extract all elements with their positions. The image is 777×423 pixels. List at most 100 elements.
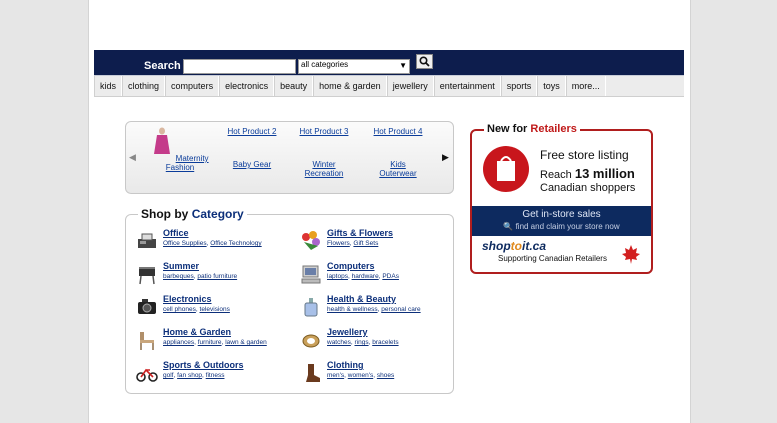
category-home-garden[interactable]: Home & Garden appliances, furniture, law… bbox=[136, 327, 296, 357]
category-name[interactable]: Clothing bbox=[327, 360, 364, 370]
tab-entertainment[interactable]: entertainment bbox=[433, 76, 501, 96]
maple-leaf-icon bbox=[622, 245, 640, 264]
section-title: Shop by Category bbox=[138, 207, 247, 221]
sub-link[interactable]: fitness bbox=[206, 372, 225, 379]
sub-link[interactable]: Office Technology bbox=[210, 240, 261, 247]
retailer-ad-banner[interactable]: New for Retailers Free store listing Rea… bbox=[470, 123, 653, 274]
computer-icon bbox=[301, 265, 321, 284]
tab-jewellery[interactable]: jewellery bbox=[386, 76, 434, 96]
sub-link[interactable]: Office Supplies bbox=[163, 240, 207, 247]
ad-cta-subtitle: 🔍 find and claim your store now bbox=[503, 222, 620, 231]
sub-link[interactable]: patio furniture bbox=[197, 273, 237, 280]
sub-link[interactable]: women's bbox=[348, 372, 373, 379]
category-subs: men's, women's, shoes bbox=[327, 372, 395, 379]
category-name[interactable]: Jewellery bbox=[327, 327, 368, 337]
carousel-item-label[interactable]: Kids Outerwear bbox=[368, 160, 428, 178]
sub-link[interactable]: PDAs bbox=[382, 273, 399, 280]
carousel-item-label[interactable]: Winter Recreation bbox=[294, 160, 354, 178]
carousel-item[interactable]: Hot Product 2 Baby Gear bbox=[222, 127, 282, 169]
sub-link[interactable]: cell phones bbox=[163, 306, 196, 313]
sub-link[interactable]: laptops bbox=[327, 273, 348, 280]
category-subs: appliances, furniture, lawn & garden bbox=[163, 339, 267, 346]
tab-clothing[interactable]: clothing bbox=[122, 76, 166, 96]
tab-home-garden[interactable]: home & garden bbox=[313, 76, 387, 96]
category-gifts-flowers[interactable]: Gifts & Flowers Flowers, Gift Sets bbox=[300, 228, 460, 258]
category-name[interactable]: Sports & Outdoors bbox=[163, 360, 244, 370]
category-sports-outdoors[interactable]: Sports & Outdoors golf, fan shop, fitnes… bbox=[136, 360, 296, 390]
category-select-value: all categories bbox=[301, 60, 349, 69]
category-electronics[interactable]: Electronics cell phones, televisions bbox=[136, 294, 296, 324]
sub-link[interactable]: bracelets bbox=[372, 339, 398, 346]
sub-link[interactable]: Gift Sets bbox=[353, 240, 378, 247]
broken-image-alt: Hot Product 2 bbox=[227, 127, 277, 136]
carousel-next-icon[interactable]: ▶ bbox=[442, 152, 449, 163]
sub-link[interactable]: men's bbox=[327, 372, 344, 379]
hot-products-carousel: ◀ ▶ Maternity Fashion Hot Product 2 Baby … bbox=[125, 121, 454, 194]
ad-cta-band[interactable]: Get in-store sales 🔍 find and claim your… bbox=[472, 206, 651, 236]
sub-link[interactable]: hardware bbox=[352, 273, 379, 280]
page-container: Search all categories ▼ kids clothing co… bbox=[88, 0, 691, 423]
sub-link[interactable]: health & wellness bbox=[327, 306, 378, 313]
search-icon bbox=[419, 56, 430, 67]
category-nav: kids clothing computers electronics beau… bbox=[94, 76, 684, 97]
sub-link[interactable]: appliances bbox=[163, 339, 194, 346]
category-summer[interactable]: Summer barbeques, patio furniture bbox=[136, 261, 296, 291]
tab-computers[interactable]: computers bbox=[165, 76, 220, 96]
category-name[interactable]: Home & Garden bbox=[163, 327, 231, 337]
category-subs: Office Supplies, Office Technology bbox=[163, 240, 262, 247]
category-subs: laptops, hardware, PDAs bbox=[327, 273, 399, 280]
sub-link[interactable]: personal care bbox=[381, 306, 420, 313]
carousel-item-label[interactable]: Maternity Fashion bbox=[166, 154, 209, 172]
category-name[interactable]: Electronics bbox=[163, 294, 212, 304]
ad-support-text: Supporting Canadian Retailers bbox=[498, 254, 607, 263]
carousel-item[interactable]: Hot Product 3 Winter Recreation bbox=[294, 127, 354, 178]
category-computers[interactable]: Computers laptops, hardware, PDAs bbox=[300, 261, 460, 291]
category-subs: health & wellness, personal care bbox=[327, 306, 421, 313]
category-name[interactable]: Office bbox=[163, 228, 189, 238]
category-clothing[interactable]: Clothing men's, women's, shoes bbox=[300, 360, 460, 390]
carousel-prev-icon[interactable]: ◀ bbox=[129, 152, 136, 163]
sub-link[interactable]: watches bbox=[327, 339, 351, 346]
search-label: Search bbox=[144, 60, 181, 72]
bike-icon bbox=[136, 368, 158, 382]
ad-line: Free store listing bbox=[540, 148, 629, 162]
category-name[interactable]: Health & Beauty bbox=[327, 294, 396, 304]
ad-line: Canadian shoppers bbox=[540, 182, 636, 194]
category-subs: Flowers, Gift Sets bbox=[327, 240, 379, 247]
category-health-beauty[interactable]: Health & Beauty health & wellness, perso… bbox=[300, 294, 460, 324]
sub-link[interactable]: fan shop bbox=[177, 372, 202, 379]
tab-more[interactable]: more... bbox=[565, 76, 606, 96]
tab-toys[interactable]: toys bbox=[537, 76, 566, 96]
sub-link[interactable]: golf bbox=[163, 372, 173, 379]
sub-link[interactable]: rings bbox=[354, 339, 368, 346]
category-name[interactable]: Computers bbox=[327, 261, 375, 271]
sub-link[interactable]: shoes bbox=[377, 372, 394, 379]
sub-link[interactable]: barbeques bbox=[163, 273, 194, 280]
category-office[interactable]: Office Office Supplies, Office Technolog… bbox=[136, 228, 296, 258]
jewellery-icon bbox=[302, 334, 320, 348]
sub-link[interactable]: lawn & garden bbox=[225, 339, 267, 346]
search-input[interactable] bbox=[183, 59, 296, 74]
boot-icon bbox=[306, 364, 320, 382]
category-jewellery[interactable]: Jewellery watches, rings, bracelets bbox=[300, 327, 460, 357]
fax-machine-icon bbox=[138, 233, 156, 248]
sub-link[interactable]: televisions bbox=[200, 306, 230, 313]
category-subs: cell phones, televisions bbox=[163, 306, 230, 313]
tab-electronics[interactable]: electronics bbox=[219, 76, 275, 96]
carousel-item[interactable]: Hot Product 4 Kids Outerwear bbox=[368, 127, 428, 178]
sub-link[interactable]: Flowers bbox=[327, 240, 350, 247]
search-button[interactable] bbox=[416, 54, 433, 69]
carousel-item[interactable]: Maternity Fashion bbox=[150, 127, 210, 172]
tab-beauty[interactable]: beauty bbox=[274, 76, 314, 96]
carousel-item-label[interactable]: Baby Gear bbox=[222, 160, 282, 169]
tab-sports[interactable]: sports bbox=[500, 76, 538, 96]
category-select[interactable]: all categories ▼ bbox=[298, 59, 410, 74]
chevron-down-icon: ▼ bbox=[399, 61, 407, 70]
tab-kids[interactable]: kids bbox=[94, 76, 123, 96]
ad-title: New for Retailers bbox=[484, 123, 580, 135]
category-name[interactable]: Summer bbox=[163, 261, 199, 271]
sub-link[interactable]: furniture bbox=[198, 339, 222, 346]
barbeque-icon bbox=[139, 267, 155, 285]
camera-icon bbox=[138, 299, 156, 314]
category-name[interactable]: Gifts & Flowers bbox=[327, 228, 393, 238]
